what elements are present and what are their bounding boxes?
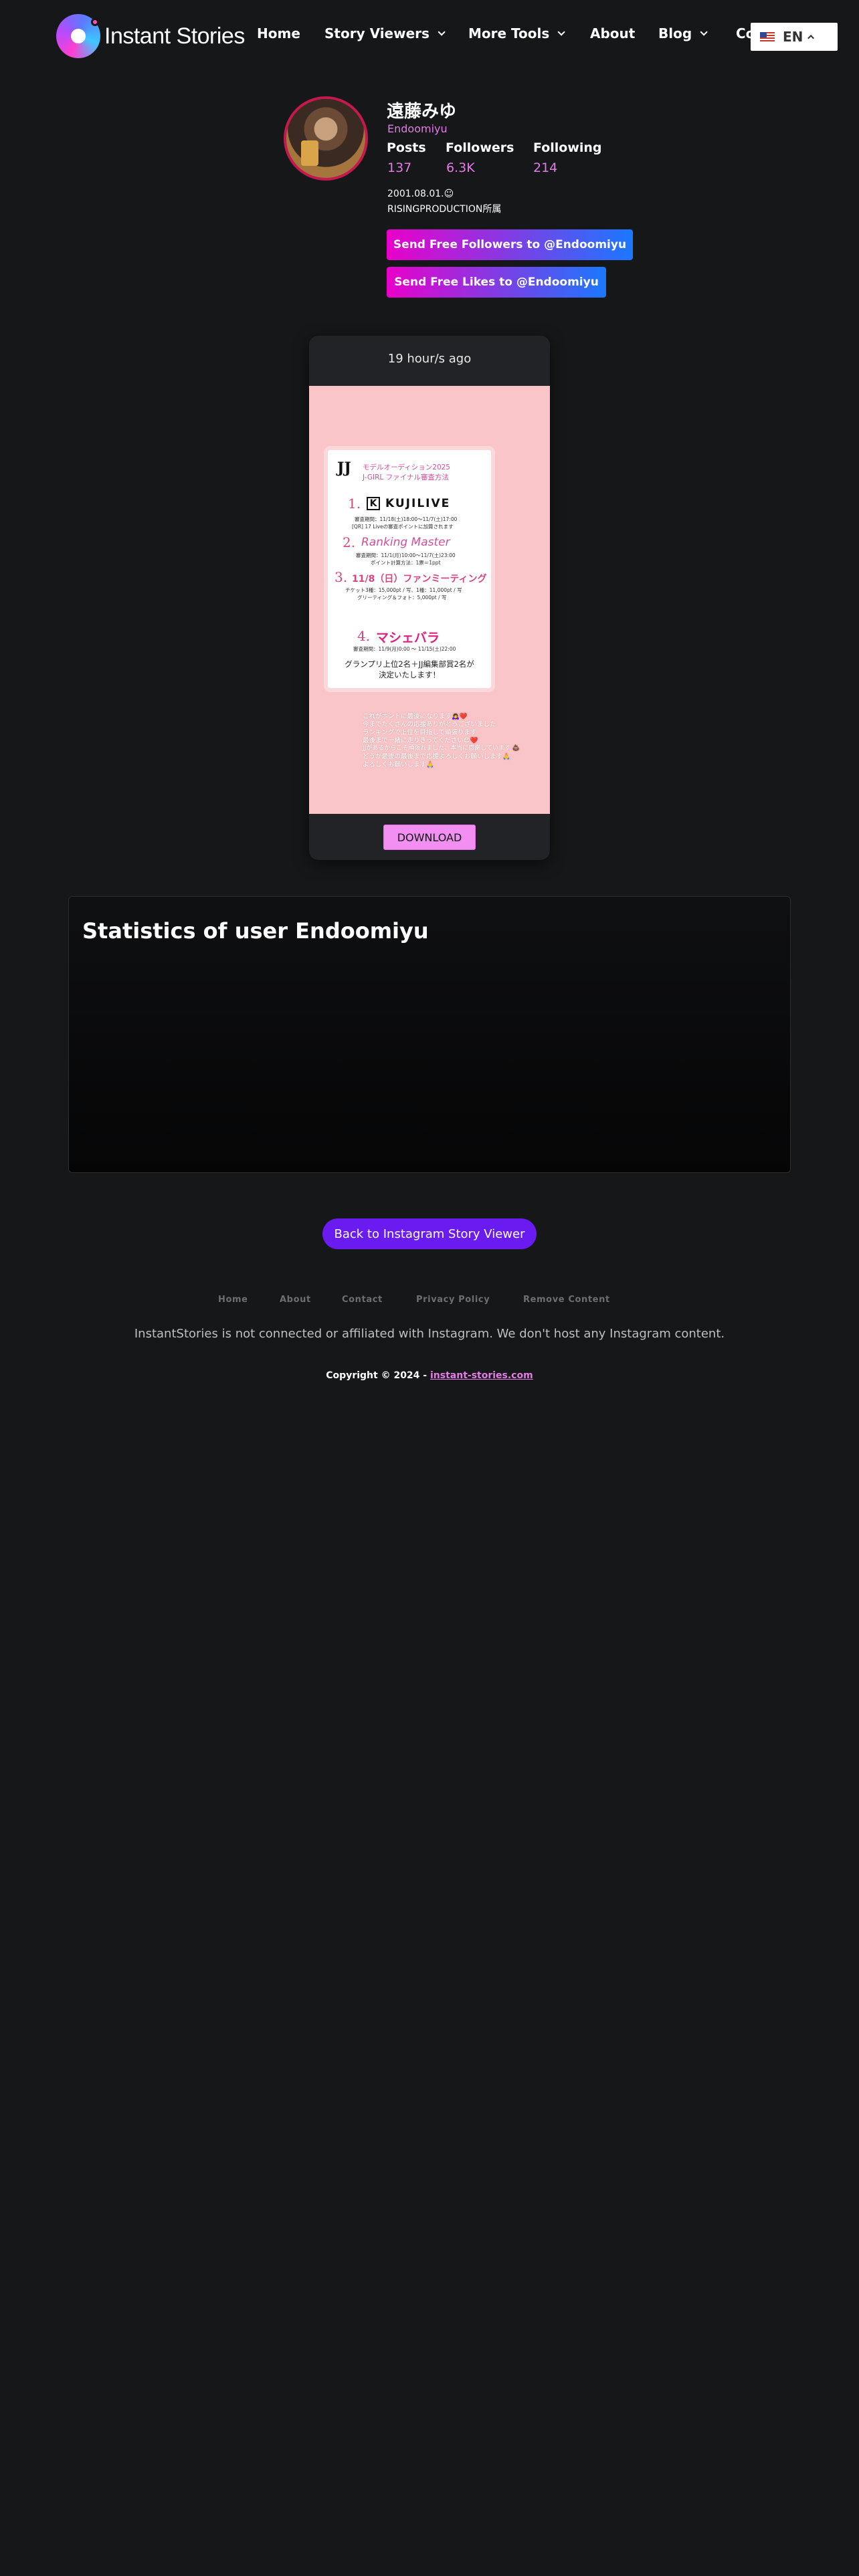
stat-followers-label: Followers (446, 140, 514, 155)
site-logo[interactable]: Instant Stories (56, 13, 245, 59)
flyer-item-number: 2. (343, 534, 356, 550)
profile-bio-line: 2001.08.01.☺︎ (387, 189, 454, 199)
profile-bio-line: RISINGPRODUCTION所属 (387, 204, 502, 215)
nav-more-tools-label: More Tools (468, 25, 550, 41)
nav-story-viewers[interactable]: Story Viewers (324, 25, 446, 41)
story-flyer: JJ モデルオーディション2025 J-GIRL ファイナル審査方法 1. K … (328, 450, 491, 688)
flyer-item-detail: ポイント計算方法：1票＝1ppt (371, 560, 441, 566)
flyer-item-detail: [QR] 17 Liveの審査ポイントに加算されます (352, 524, 454, 530)
story-caption-line: よろしくお願いします🙏 (363, 761, 434, 768)
story-image: JJ モデルオーディション2025 J-GIRL ファイナル審査方法 1. K … (309, 386, 550, 814)
flyer-item-number: 3. (335, 569, 348, 585)
profile-avatar (284, 96, 368, 181)
flyer-item-detail: 審査期間：11/1(月)10:00〜11/7(土)23:00 (356, 552, 456, 558)
flyer-item-name: Ranking Master (361, 536, 450, 549)
story-timestamp: 19 hour/s ago (387, 352, 472, 366)
kuji-logo-icon: K (367, 497, 380, 510)
navbar: Instant Stories Home Story Viewers More … (0, 0, 859, 72)
copyright-text: Copyright © 2024 - (326, 1370, 430, 1381)
nav-blog[interactable]: Blog (658, 25, 708, 41)
nav-story-viewers-label: Story Viewers (324, 25, 430, 41)
flyer-item-detail: 審査期間：11/18(土)18:00〜11/7(土)17:00 (355, 516, 458, 522)
footer-disclaimer: InstantStories is not connected or affil… (134, 1327, 725, 1341)
nav-home[interactable]: Home (257, 25, 300, 41)
stat-followers-value: 6.3K (446, 160, 475, 175)
footer-copyright: Copyright © 2024 - instant-stories.com (0, 1370, 859, 1381)
download-button[interactable]: DOWNLOAD (383, 825, 476, 850)
chevron-down-icon (700, 28, 708, 36)
flyer-item-name: マシェバラ (376, 631, 440, 645)
copyright-link[interactable]: instant-stories.com (430, 1370, 533, 1381)
stat-following-value: 214 (533, 160, 558, 175)
language-selector[interactable]: EN (751, 23, 838, 51)
chevron-down-icon (438, 28, 446, 36)
flyer-item-name: KUJILIVE (385, 497, 451, 510)
language-label: EN (783, 29, 803, 45)
footer-link-home[interactable]: Home (218, 1295, 248, 1305)
flyer-item-detail: グリーティング＆フォト：5,000pt / 写 (357, 595, 447, 601)
statistics-panel: Statistics of user Endoomiyu (68, 896, 791, 1173)
chevron-up-icon (807, 34, 815, 41)
profile-handle[interactable]: Endoomiyu (387, 122, 448, 135)
profile-name: 遠藤みゆ (387, 102, 457, 122)
back-to-story-viewer-button[interactable]: Back to Instagram Story Viewer (322, 1218, 537, 1249)
statistics-title: Statistics of user Endoomiyu (82, 918, 429, 944)
flyer-item-number: 4. (357, 628, 371, 644)
send-likes-button[interactable]: Send Free Likes to @Endoomiyu (387, 267, 606, 298)
flyer-item-name: 11/8（日）ファンミーティング (352, 574, 487, 584)
flyer-logo: JJ (337, 459, 351, 477)
nav-about[interactable]: About (590, 25, 635, 41)
story-card: 19 hour/s ago JJ モデルオーディション2025 J-GIRL フ… (309, 336, 550, 860)
footer-link-privacy[interactable]: Privacy Policy (416, 1295, 490, 1305)
chevron-down-icon (557, 28, 566, 36)
logo-icon (56, 14, 100, 58)
flyer-title: モデルオーディション2025 (363, 463, 450, 471)
flyer-footer: グランプリ上位2名＋JJ編集部賞2名が (345, 659, 474, 669)
stat-following-label: Following (533, 140, 602, 155)
flyer-item-detail: チケット3種：15,000pt / 写、1種：11,000pt / 写 (345, 587, 462, 593)
send-followers-button[interactable]: Send Free Followers to @Endoomiyu (387, 229, 633, 260)
nav-blog-label: Blog (658, 25, 692, 41)
stat-posts-label: Posts (387, 140, 426, 155)
footer-link-about[interactable]: About (280, 1295, 311, 1305)
footer-link-contact[interactable]: Contact (342, 1295, 383, 1305)
flyer-item-number: 1. (348, 496, 361, 512)
flyer-subtitle: J-GIRL ファイナル審査方法 (363, 473, 449, 481)
stat-posts-value: 137 (387, 160, 412, 175)
flyer-footer: 決定いたします！ (379, 670, 440, 679)
flyer-item-detail: 審査期間：11/9(月)0:00 〜 11/15(土)22:00 (353, 646, 456, 652)
logo-text: Instant Stories (104, 23, 245, 49)
nav-more-tools[interactable]: More Tools (468, 25, 566, 41)
us-flag-icon (760, 32, 775, 41)
footer-link-remove-content[interactable]: Remove Content (523, 1295, 610, 1305)
